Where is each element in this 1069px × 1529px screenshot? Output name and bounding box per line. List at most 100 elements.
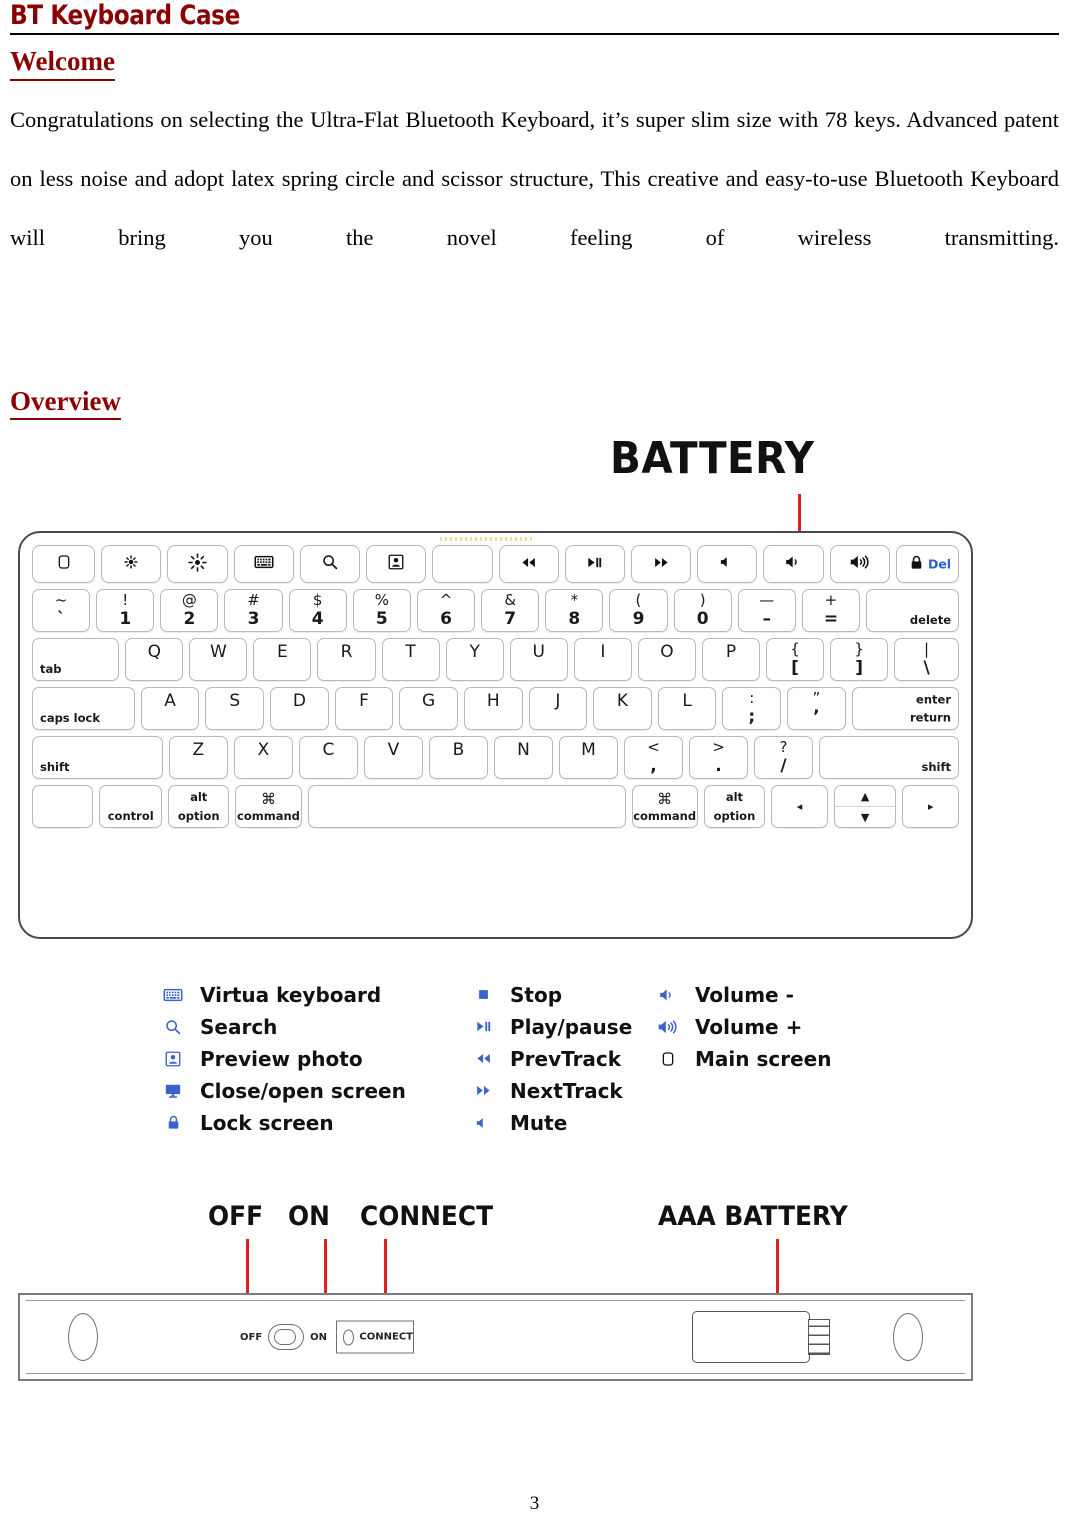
volume-down-key[interactable] [763, 545, 824, 584]
option-key[interactable]: alt option [168, 785, 230, 829]
key-legend: R [340, 642, 353, 663]
key-q[interactable]: Q [125, 638, 184, 682]
key-legend: & 7 [504, 591, 517, 630]
tab-key[interactable]: tab [32, 638, 120, 682]
volume-up-key[interactable] [829, 545, 890, 584]
key-[interactable]: — – [737, 589, 796, 633]
key-punct[interactable]: :; [722, 687, 782, 731]
page-number: 3 [529, 1493, 540, 1514]
power-switch[interactable]: OFF ON [240, 1324, 327, 1351]
option-key[interactable]: alt option [703, 785, 766, 829]
key-2[interactable]: @2 [160, 589, 219, 633]
key-z[interactable]: Z [168, 736, 228, 780]
key-[interactable]: ~ ˋ [32, 589, 91, 633]
command-key[interactable]: ⌘ command [235, 785, 302, 829]
power-switch-body[interactable] [268, 1324, 305, 1351]
key-s[interactable]: S [205, 687, 265, 731]
key-a[interactable]: A [140, 687, 200, 731]
key-w[interactable]: W [189, 638, 248, 682]
connect-button[interactable]: CONNECT [336, 1320, 414, 1354]
brightness-down-key[interactable] [101, 545, 162, 584]
key-l[interactable]: L [657, 687, 717, 731]
key-5[interactable]: % 5 [352, 589, 411, 633]
next-track-key[interactable] [631, 545, 692, 584]
key-punct[interactable]: ”’ [787, 687, 846, 731]
arrow-down-key[interactable]: ▼ [835, 807, 896, 827]
control-key[interactable]: control [99, 785, 162, 829]
key-g[interactable]: G [399, 687, 458, 731]
keyboard-shift-row: shift Z X C V B N M <, >. ? / shift [32, 736, 959, 780]
volume-down-icon [655, 986, 681, 1004]
key-punct[interactable]: >. [688, 736, 748, 780]
key-m[interactable]: M [558, 736, 618, 780]
key-7[interactable]: & 7 [481, 589, 540, 633]
main-screen-key[interactable] [32, 545, 96, 584]
key-c[interactable]: C [298, 736, 358, 780]
mute-key[interactable] [697, 545, 758, 584]
key-k[interactable]: K [593, 687, 652, 731]
legend-label: Lock screen [200, 1110, 334, 1135]
spacebar[interactable] [307, 785, 626, 829]
command-key[interactable]: ⌘ command [631, 785, 698, 829]
key-f[interactable]: F [334, 687, 394, 731]
right-shift-key[interactable]: shift [819, 736, 959, 780]
legend-item: Stop [470, 983, 655, 1007]
key-x[interactable]: X [233, 736, 293, 780]
key-n[interactable]: N [493, 736, 553, 780]
arrow-up-down-key[interactable]: ▲ ▼ [833, 785, 897, 829]
key-o[interactable]: O [637, 638, 696, 682]
key-punct[interactable]: ? / [754, 736, 814, 780]
enter-return-key[interactable]: enter return [851, 687, 959, 731]
key-d[interactable]: D [270, 687, 329, 731]
key-0[interactable]: ) 0 [673, 589, 732, 633]
key-6[interactable]: ^ 6 [416, 589, 476, 633]
key-label: tab [40, 662, 62, 677]
key-v[interactable]: V [363, 736, 423, 780]
key-label-bottom: option [177, 809, 220, 824]
key-3[interactable]: #3 [224, 589, 283, 633]
key-i[interactable]: I [573, 638, 632, 682]
key-t[interactable]: T [381, 638, 440, 682]
virtual-keyboard-key[interactable] [233, 545, 294, 584]
key-bracket[interactable]: {[ [766, 638, 825, 682]
key-h[interactable]: H [463, 687, 523, 731]
key-e[interactable]: E [253, 638, 312, 682]
key-4[interactable]: $4 [288, 589, 347, 633]
key-j[interactable]: J [528, 687, 588, 731]
arrow-left-key[interactable]: ◂ [771, 785, 828, 829]
legend-item: Lock screen [160, 1110, 470, 1135]
key-label-bottom: option [713, 809, 756, 824]
key-legend: M [581, 740, 596, 761]
key-r[interactable]: R [317, 638, 376, 682]
arrow-right-key[interactable]: ▸ [902, 785, 960, 829]
brightness-up-key[interactable] [167, 545, 228, 584]
search-key[interactable] [299, 545, 361, 584]
power-switch-knob[interactable] [274, 1329, 297, 1346]
key-8[interactable]: * 8 [545, 589, 604, 633]
prev-track-key[interactable] [498, 545, 559, 584]
play-pause-key[interactable] [564, 545, 626, 584]
key-y[interactable]: Y [445, 638, 504, 682]
key-9[interactable]: (9 [609, 589, 668, 633]
blank-key[interactable] [32, 785, 94, 829]
key-[interactable]: + = [801, 589, 861, 633]
blank-key[interactable] [432, 545, 493, 584]
delete-key[interactable]: delete [866, 589, 959, 633]
key-u[interactable]: U [509, 638, 568, 682]
key-legend: J [555, 691, 561, 712]
key-1[interactable]: ! 1 [96, 589, 155, 633]
key-b[interactable]: B [428, 736, 488, 780]
lock-del-key[interactable]: Del [895, 545, 960, 584]
key-bracket[interactable]: }] [830, 638, 889, 682]
left-shift-key[interactable]: shift [32, 736, 163, 780]
key-punct[interactable]: <, [623, 736, 683, 780]
caps-lock-key[interactable]: caps lock [32, 687, 135, 731]
arrow-up-key[interactable]: ▲ [834, 786, 896, 808]
preview-photo-key[interactable] [366, 545, 427, 584]
command-symbol: ⌘ [260, 790, 276, 809]
key-label: shift [40, 760, 70, 775]
key-bracket[interactable]: | \ [894, 638, 959, 682]
connect-button-dot[interactable] [343, 1329, 355, 1346]
mute-icon [470, 1115, 496, 1131]
key-p[interactable]: P [701, 638, 761, 682]
